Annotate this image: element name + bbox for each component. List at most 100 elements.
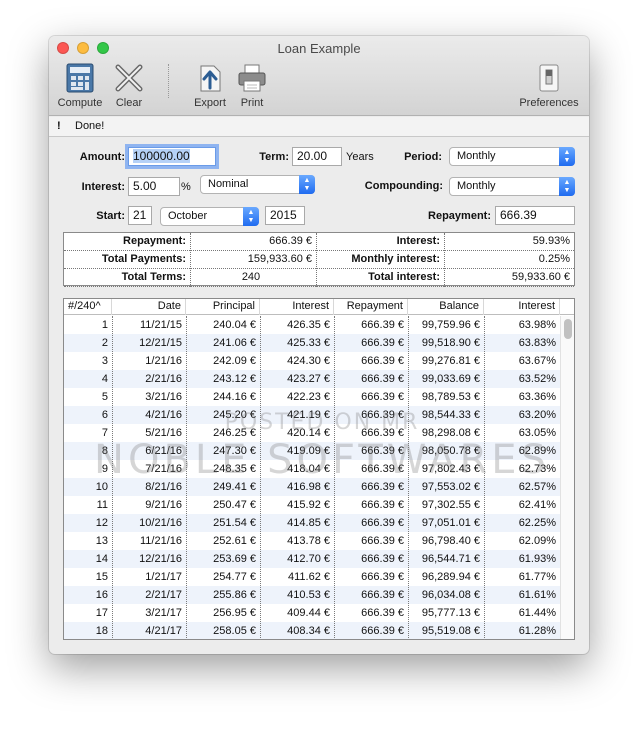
table-cell: 11 bbox=[96, 499, 108, 511]
column-header[interactable]: Repayment bbox=[334, 299, 408, 315]
table-cell: 415.92 € bbox=[287, 499, 330, 511]
table-cell: 416.98 € bbox=[287, 481, 330, 493]
table-row[interactable]: 17 3/21/17 256.95 € 409.44 € 666.39 € 95,777.… bbox=[64, 604, 560, 622]
chevron-updown-icon: ▲ ▼ bbox=[243, 207, 259, 226]
vertical-scrollbar[interactable] bbox=[560, 316, 574, 639]
table-row[interactable]: 13 11/21/16 252.61 € 413.78 € 666.39 € 96,798… bbox=[64, 532, 560, 550]
table-cell: 63.20% bbox=[518, 409, 556, 421]
start-month-select[interactable]: October ▲ ▼ bbox=[160, 207, 259, 226]
period-select[interactable]: Monthly ▲ ▼ bbox=[449, 147, 575, 166]
table-cell: 97,553.02 € bbox=[421, 481, 480, 493]
table-cell: 3/21/17 bbox=[145, 607, 182, 619]
table-cell: 61.77% bbox=[518, 571, 556, 583]
table-row[interactable]: 11 9/21/16 250.47 € 415.92 € 666.39 € 97,302.… bbox=[64, 496, 560, 514]
table-cell: 666.39 € bbox=[361, 535, 404, 547]
table-row[interactable]: 16 2/21/17 255.86 € 410.53 € 666.39 € 96,034.… bbox=[64, 586, 560, 604]
table-cell: 63.52% bbox=[518, 373, 556, 385]
summary-table: Repayment: 666.39 € Interest: 59.93% Tot… bbox=[63, 232, 575, 287]
table-row[interactable]: 1 11/21/15 240.04 € 426.35 € 666.39 € 99,759.… bbox=[64, 316, 560, 334]
interest-type-select[interactable]: Nominal ▲ ▼ bbox=[200, 175, 315, 194]
summary-row: Repayment: 666.39 € Interest: 59.93% bbox=[64, 233, 574, 251]
table-cell: 3 bbox=[101, 355, 108, 367]
table-row[interactable]: 3 1/21/16 242.09 € 424.30 € 666.39 € 99,276.8… bbox=[64, 352, 560, 370]
table-row[interactable]: 15 1/21/17 254.77 € 411.62 € 666.39 € 96,289.… bbox=[64, 568, 560, 586]
summary-divider bbox=[316, 233, 317, 287]
table-cell: 4/21/17 bbox=[145, 625, 182, 637]
table-cell: 61.93% bbox=[518, 553, 556, 565]
clear-button[interactable]: Clear bbox=[99, 60, 159, 114]
table-row[interactable]: 2 12/21/15 241.06 € 425.33 € 666.39 € 99,518.… bbox=[64, 334, 560, 352]
summary-value: 666.39 € bbox=[269, 235, 312, 247]
table-row[interactable]: 5 3/21/16 244.16 € 422.23 € 666.39 € 98,789.5… bbox=[64, 388, 560, 406]
table-row[interactable]: 9 7/21/16 248.35 € 418.04 € 666.39 € 97,802.4… bbox=[64, 460, 560, 478]
column-divider bbox=[260, 316, 261, 639]
term-label: Term: bbox=[259, 151, 289, 163]
table-row[interactable]: 12 10/21/16 251.54 € 414.85 € 666.39 € 97,051… bbox=[64, 514, 560, 532]
table-cell: 11/21/15 bbox=[139, 319, 182, 331]
interest-input[interactable]: 5.00 bbox=[128, 177, 180, 196]
column-header[interactable]: Date bbox=[112, 299, 186, 315]
table-cell: 14 bbox=[95, 553, 108, 565]
table-cell: 666.39 € bbox=[361, 481, 404, 493]
alert-icon: ! bbox=[57, 120, 61, 132]
print-button[interactable]: Print bbox=[222, 60, 282, 114]
table-row[interactable]: 7 5/21/16 246.25 € 420.14 € 666.39 € 98,298.0… bbox=[64, 424, 560, 442]
column-divider bbox=[112, 316, 113, 639]
table-cell: 256.95 € bbox=[213, 607, 256, 619]
table-row[interactable]: 14 12/21/16 253.69 € 412.70 € 666.39 € 96,544… bbox=[64, 550, 560, 568]
table-cell: 666.39 € bbox=[361, 373, 404, 385]
table-cell: 2/21/16 bbox=[145, 373, 182, 385]
toolbar-separator bbox=[168, 64, 169, 98]
summary-value: 59.93% bbox=[532, 235, 570, 247]
amount-label: Amount: bbox=[79, 151, 125, 163]
column-header[interactable]: Balance bbox=[408, 299, 484, 315]
table-cell: 244.16 € bbox=[213, 391, 256, 403]
scrollbar-thumb[interactable] bbox=[564, 319, 572, 339]
start-year-input[interactable]: 2015 bbox=[265, 206, 305, 225]
table-cell: 666.39 € bbox=[361, 571, 404, 583]
table-cell: 13 bbox=[95, 535, 108, 547]
summary-row: Total Terms: 240 Total interest: 59,933.… bbox=[64, 269, 574, 287]
term-input[interactable]: 20.00 bbox=[292, 147, 342, 166]
start-day-input[interactable]: 21 bbox=[128, 206, 152, 225]
table-cell: 61.61% bbox=[518, 589, 556, 601]
table-cell: 253.69 € bbox=[213, 553, 256, 565]
table-cell: 254.77 € bbox=[213, 571, 256, 583]
compounding-select[interactable]: Monthly ▲ ▼ bbox=[449, 177, 575, 196]
table-header: #/240^ Date Principal Interest Repayment Bala… bbox=[64, 299, 574, 315]
table-cell: 252.61 € bbox=[213, 535, 256, 547]
table-cell: 249.41 € bbox=[213, 481, 256, 493]
compounding-label: Compounding: bbox=[364, 180, 443, 192]
summary-label: Total Terms: bbox=[121, 271, 186, 283]
repayment-input[interactable]: 666.39 bbox=[495, 206, 575, 225]
summary-label: Monthly interest: bbox=[351, 253, 440, 265]
table-row[interactable]: 4 2/21/16 243.12 € 423.27 € 666.39 € 99,033.6… bbox=[64, 370, 560, 388]
column-header[interactable]: Principal bbox=[186, 299, 260, 315]
table-cell: 666.39 € bbox=[361, 427, 404, 439]
interest-label: Interest: bbox=[81, 181, 125, 193]
table-cell: 424.30 € bbox=[287, 355, 330, 367]
table-cell: 3/21/16 bbox=[145, 391, 182, 403]
table-cell: 61.28% bbox=[518, 625, 556, 637]
table-cell: 5/21/16 bbox=[145, 427, 182, 439]
table-row[interactable]: 10 8/21/16 249.41 € 416.98 € 666.39 € 97,553.… bbox=[64, 478, 560, 496]
column-header[interactable]: Interest bbox=[260, 299, 334, 315]
status-message: Done! bbox=[75, 120, 105, 132]
preferences-button[interactable]: Preferences bbox=[519, 60, 579, 114]
table-cell: 666.39 € bbox=[361, 553, 404, 565]
column-header[interactable]: Interest bbox=[484, 299, 560, 315]
table-cell: 408.34 € bbox=[287, 625, 330, 637]
table-row[interactable]: 6 4/21/16 245.20 € 421.19 € 666.39 € 98,544.3… bbox=[64, 406, 560, 424]
table-cell: 8 bbox=[101, 445, 108, 457]
table-cell: 63.67% bbox=[518, 355, 556, 367]
table-cell: 418.04 € bbox=[287, 463, 330, 475]
column-header[interactable]: #/240^ bbox=[64, 299, 112, 315]
table-row[interactable]: 8 6/21/16 247.30 € 419.09 € 666.39 € 98,050.7… bbox=[64, 442, 560, 460]
table-cell: 666.39 € bbox=[361, 517, 404, 529]
table-cell: 63.05% bbox=[518, 427, 556, 439]
amount-input[interactable]: 100000.00 bbox=[128, 147, 216, 166]
table-row[interactable]: 18 4/21/17 258.05 € 408.34 € 666.39 € 95,519.… bbox=[64, 622, 560, 639]
table-cell: 248.35 € bbox=[213, 463, 256, 475]
table-cell: 99,518.90 € bbox=[421, 337, 480, 349]
table-cell: 7 bbox=[101, 427, 108, 439]
